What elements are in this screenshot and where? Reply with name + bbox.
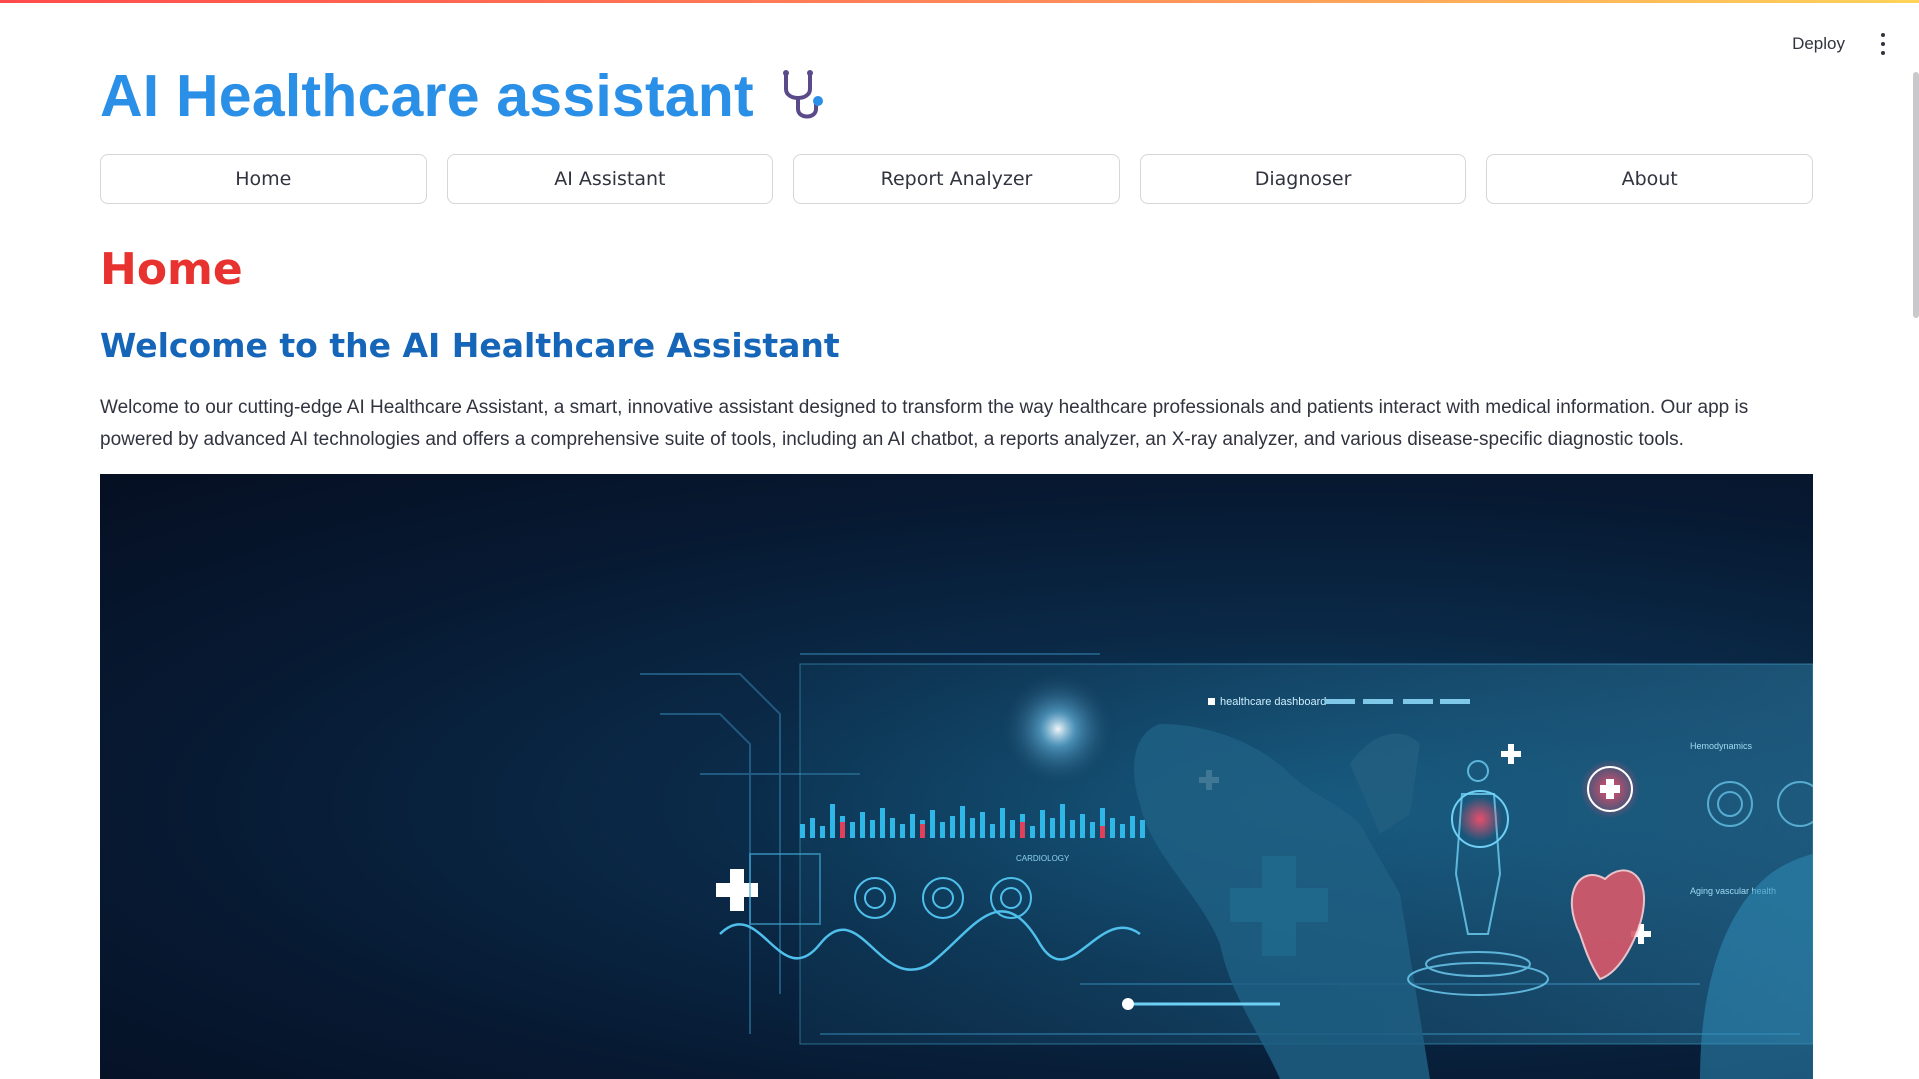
app-title-text: AI Healthcare assistant	[100, 63, 754, 129]
nav-bar: Home AI Assistant Report Analyzer Diagno…	[100, 154, 1813, 204]
nav-about-button[interactable]: About	[1486, 154, 1813, 204]
page-heading: Home	[100, 244, 243, 295]
app-toolbar: Deploy	[1786, 30, 1891, 58]
stethoscope-icon	[776, 67, 834, 125]
hero-cardiology-label: CARDIOLOGY	[1016, 854, 1070, 863]
nav-report-analyzer-button[interactable]: Report Analyzer	[793, 154, 1120, 204]
kebab-menu-icon[interactable]	[1875, 31, 1891, 57]
top-accent-bar	[0, 0, 1919, 3]
hero-hemodynamics-label: Hemodynamics	[1690, 741, 1753, 751]
deploy-button[interactable]: Deploy	[1786, 30, 1851, 58]
hero-dashboard-label: healthcare dashboard	[1220, 696, 1326, 708]
intro-paragraph: Welcome to our cutting-edge AI Healthcar…	[100, 397, 1749, 450]
nav-ai-assistant-button[interactable]: AI Assistant	[446, 154, 774, 204]
nav-home-button[interactable]: Home	[100, 154, 427, 204]
app-title: AI Healthcare assistant	[100, 62, 834, 130]
nav-diagnoser-button[interactable]: Diagnoser	[1139, 154, 1467, 204]
welcome-heading: Welcome to the AI Healthcare Assistant	[100, 326, 840, 365]
hero-image: healthcare dashboard CARDIOLOGY Hemodyna…	[100, 474, 1813, 1079]
scrollbar-thumb[interactable]	[1913, 72, 1919, 318]
